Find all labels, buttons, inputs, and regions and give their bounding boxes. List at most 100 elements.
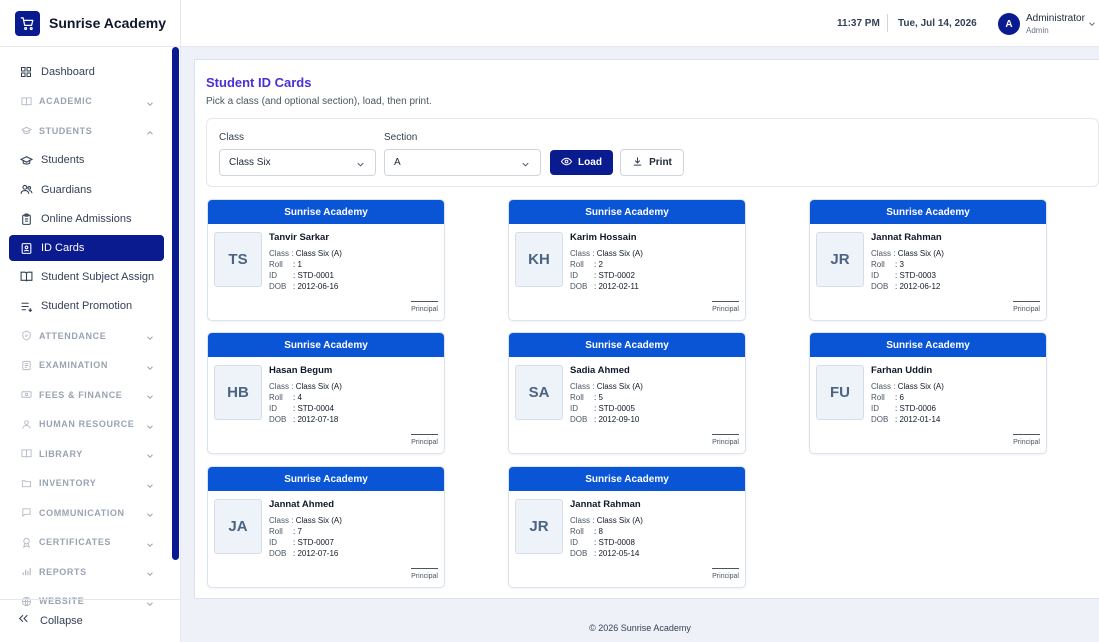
sidebar-section-students[interactable]: STUDENTS [0, 116, 172, 146]
card-photo-initials: JA [214, 499, 262, 554]
chevron-down-icon [145, 330, 155, 348]
sidebar-item-student-promotion[interactable]: Student Promotion [0, 292, 172, 322]
card-dob-value: : 2012-02-11 [594, 282, 639, 291]
card-dob-value: : 2012-05-14 [594, 549, 640, 558]
card-class-key: Class : [269, 249, 294, 258]
card-dob-row: DOB: 2012-01-14 [871, 415, 940, 424]
card-dob-key: DOB [570, 282, 588, 291]
chevron-down-icon [145, 537, 155, 555]
card-class-row: Class : Class Six (A) [570, 382, 643, 391]
card-school-name: Sunrise Academy [509, 333, 745, 357]
sidebar-item-students[interactable]: Students [0, 146, 172, 176]
sidebar-scrollbar[interactable] [172, 47, 179, 560]
money-icon [19, 388, 33, 402]
chevron-down-icon[interactable] [1087, 16, 1097, 34]
sidebar-section-label: ACADEMIC [39, 96, 93, 107]
card-class-key: Class : [570, 249, 595, 258]
avatar[interactable]: A [998, 13, 1020, 35]
signature-line [411, 301, 438, 302]
card-dob-value: : 2012-09-10 [594, 415, 640, 424]
sidebar-item-dashboard[interactable]: Dashboard [0, 57, 172, 87]
sidebar-section-library[interactable]: LIBRARY [0, 439, 172, 469]
sidebar-section-label: ATTENDANCE [39, 330, 107, 341]
card-class-value: Class Six (A) [295, 249, 342, 258]
filter-bar: Class Class Six Section A Load Print [206, 118, 1099, 187]
sidebar-item-student-subject-assign[interactable]: Student Subject Assign [0, 262, 172, 292]
signature-label: Principal [1013, 439, 1040, 446]
card-class-key: Class : [269, 382, 294, 391]
sidebar-item-label: Student Subject Assign [41, 270, 155, 283]
sidebar-section-label: CERTIFICATES [39, 537, 112, 548]
card-roll-key: Roll [871, 393, 885, 402]
card-id-row: ID: STD-0003 [871, 271, 936, 280]
signature-label: Principal [712, 573, 739, 580]
card-roll-key: Roll [269, 527, 283, 536]
card-dob-row: DOB: 2012-06-12 [871, 282, 940, 291]
signature-line [411, 568, 438, 569]
card-id-row: ID: STD-0008 [570, 538, 635, 547]
brand[interactable]: Sunrise Academy [0, 0, 180, 47]
card-roll-row: Roll: 5 [570, 393, 603, 402]
card-student-name: Karim Hossain [570, 232, 637, 243]
card-id-row: ID: STD-0007 [269, 538, 334, 547]
sidebar-item-online-admissions[interactable]: Online Admissions [0, 205, 172, 235]
sidebar-section-label: FEES & FINANCE [39, 389, 123, 400]
sidebar-section-certificates[interactable]: CERTIFICATES [0, 528, 172, 558]
print-button[interactable]: Print [620, 149, 684, 176]
card-class-value: Class Six (A) [596, 249, 643, 258]
signature-line [712, 301, 739, 302]
signature-label: Principal [712, 439, 739, 446]
card-roll-key: Roll [269, 393, 283, 402]
sidebar-section-communication[interactable]: COMMUNICATION [0, 498, 172, 528]
card-id-value: : STD-0007 [293, 538, 334, 547]
card-roll-row: Roll: 8 [570, 527, 603, 536]
card-dob-row: DOB : 2012-06-16 [269, 282, 338, 291]
collapse-button[interactable]: Collapse [0, 599, 181, 642]
card-roll-value: : 8 [594, 527, 603, 536]
card-class-row: Class : Class Six (A) [871, 382, 944, 391]
chevron-up-icon [145, 125, 155, 143]
book-icon [19, 447, 33, 461]
card-photo-initials: JR [816, 232, 864, 287]
sidebar-item-id-cards[interactable]: ID Cards [9, 235, 164, 261]
clipboard-icon [19, 212, 33, 226]
section-select[interactable]: A [384, 149, 541, 176]
sidebar-section-reports[interactable]: REPORTS [0, 557, 172, 587]
signature-line [1013, 301, 1040, 302]
card-dob-row: DOB : 2012-02-11 [570, 282, 639, 291]
card-id-key: ID [570, 271, 578, 280]
header-time: 11:37 PM [837, 18, 880, 29]
sidebar-section-attendance[interactable]: ATTENDANCE [0, 321, 172, 351]
class-select[interactable]: Class Six [219, 149, 376, 176]
sidebar-section-human-resource[interactable]: HUMAN RESOURCE [0, 410, 172, 440]
card-dob-key: DOB [269, 282, 287, 291]
card-roll-value: : 3 [895, 260, 904, 269]
card-roll-row: Roll: 3 [871, 260, 904, 269]
id-cards-panel: Student ID Cards Pick a class (and optio… [194, 59, 1099, 599]
card-roll-value: : 6 [895, 393, 904, 402]
users-icon [19, 183, 33, 197]
person-icon [19, 417, 33, 431]
sidebar-section-fees-finance[interactable]: FEES & FINANCE [0, 380, 172, 410]
card-student-name: Tanvir Sarkar [269, 232, 330, 243]
sidebar-section-inventory[interactable]: INVENTORY [0, 469, 172, 499]
load-button[interactable]: Load [550, 150, 613, 175]
card-dob-value: : 2012-06-16 [293, 282, 339, 291]
cart-icon [15, 10, 40, 36]
card-class-row: Class : Class Six (A) [269, 249, 342, 258]
card-dob-row: DOB: 2012-07-16 [269, 549, 338, 558]
id-card: Sunrise Academy SA Sadia Ahmed Class : C… [508, 332, 746, 454]
chevron-down-icon [145, 389, 155, 407]
cap-icon [19, 153, 33, 167]
sidebar-section-label: EXAMINATION [39, 360, 108, 371]
user-name[interactable]: Administrator [1026, 13, 1085, 24]
card-dob-key: DOB [871, 282, 889, 291]
double-chevron-left-icon [17, 612, 30, 630]
sidebar-item-guardians[interactable]: Guardians [0, 175, 172, 205]
chat-icon [19, 506, 33, 520]
sidebar-section-academic[interactable]: ACADEMIC [0, 87, 172, 117]
sidebar-section-examination[interactable]: EXAMINATION [0, 351, 172, 381]
id-card: Sunrise Academy TS Tanvir Sarkar Class :… [207, 199, 445, 321]
card-school-name: Sunrise Academy [810, 200, 1046, 224]
card-dob-key: DOB [570, 549, 588, 558]
